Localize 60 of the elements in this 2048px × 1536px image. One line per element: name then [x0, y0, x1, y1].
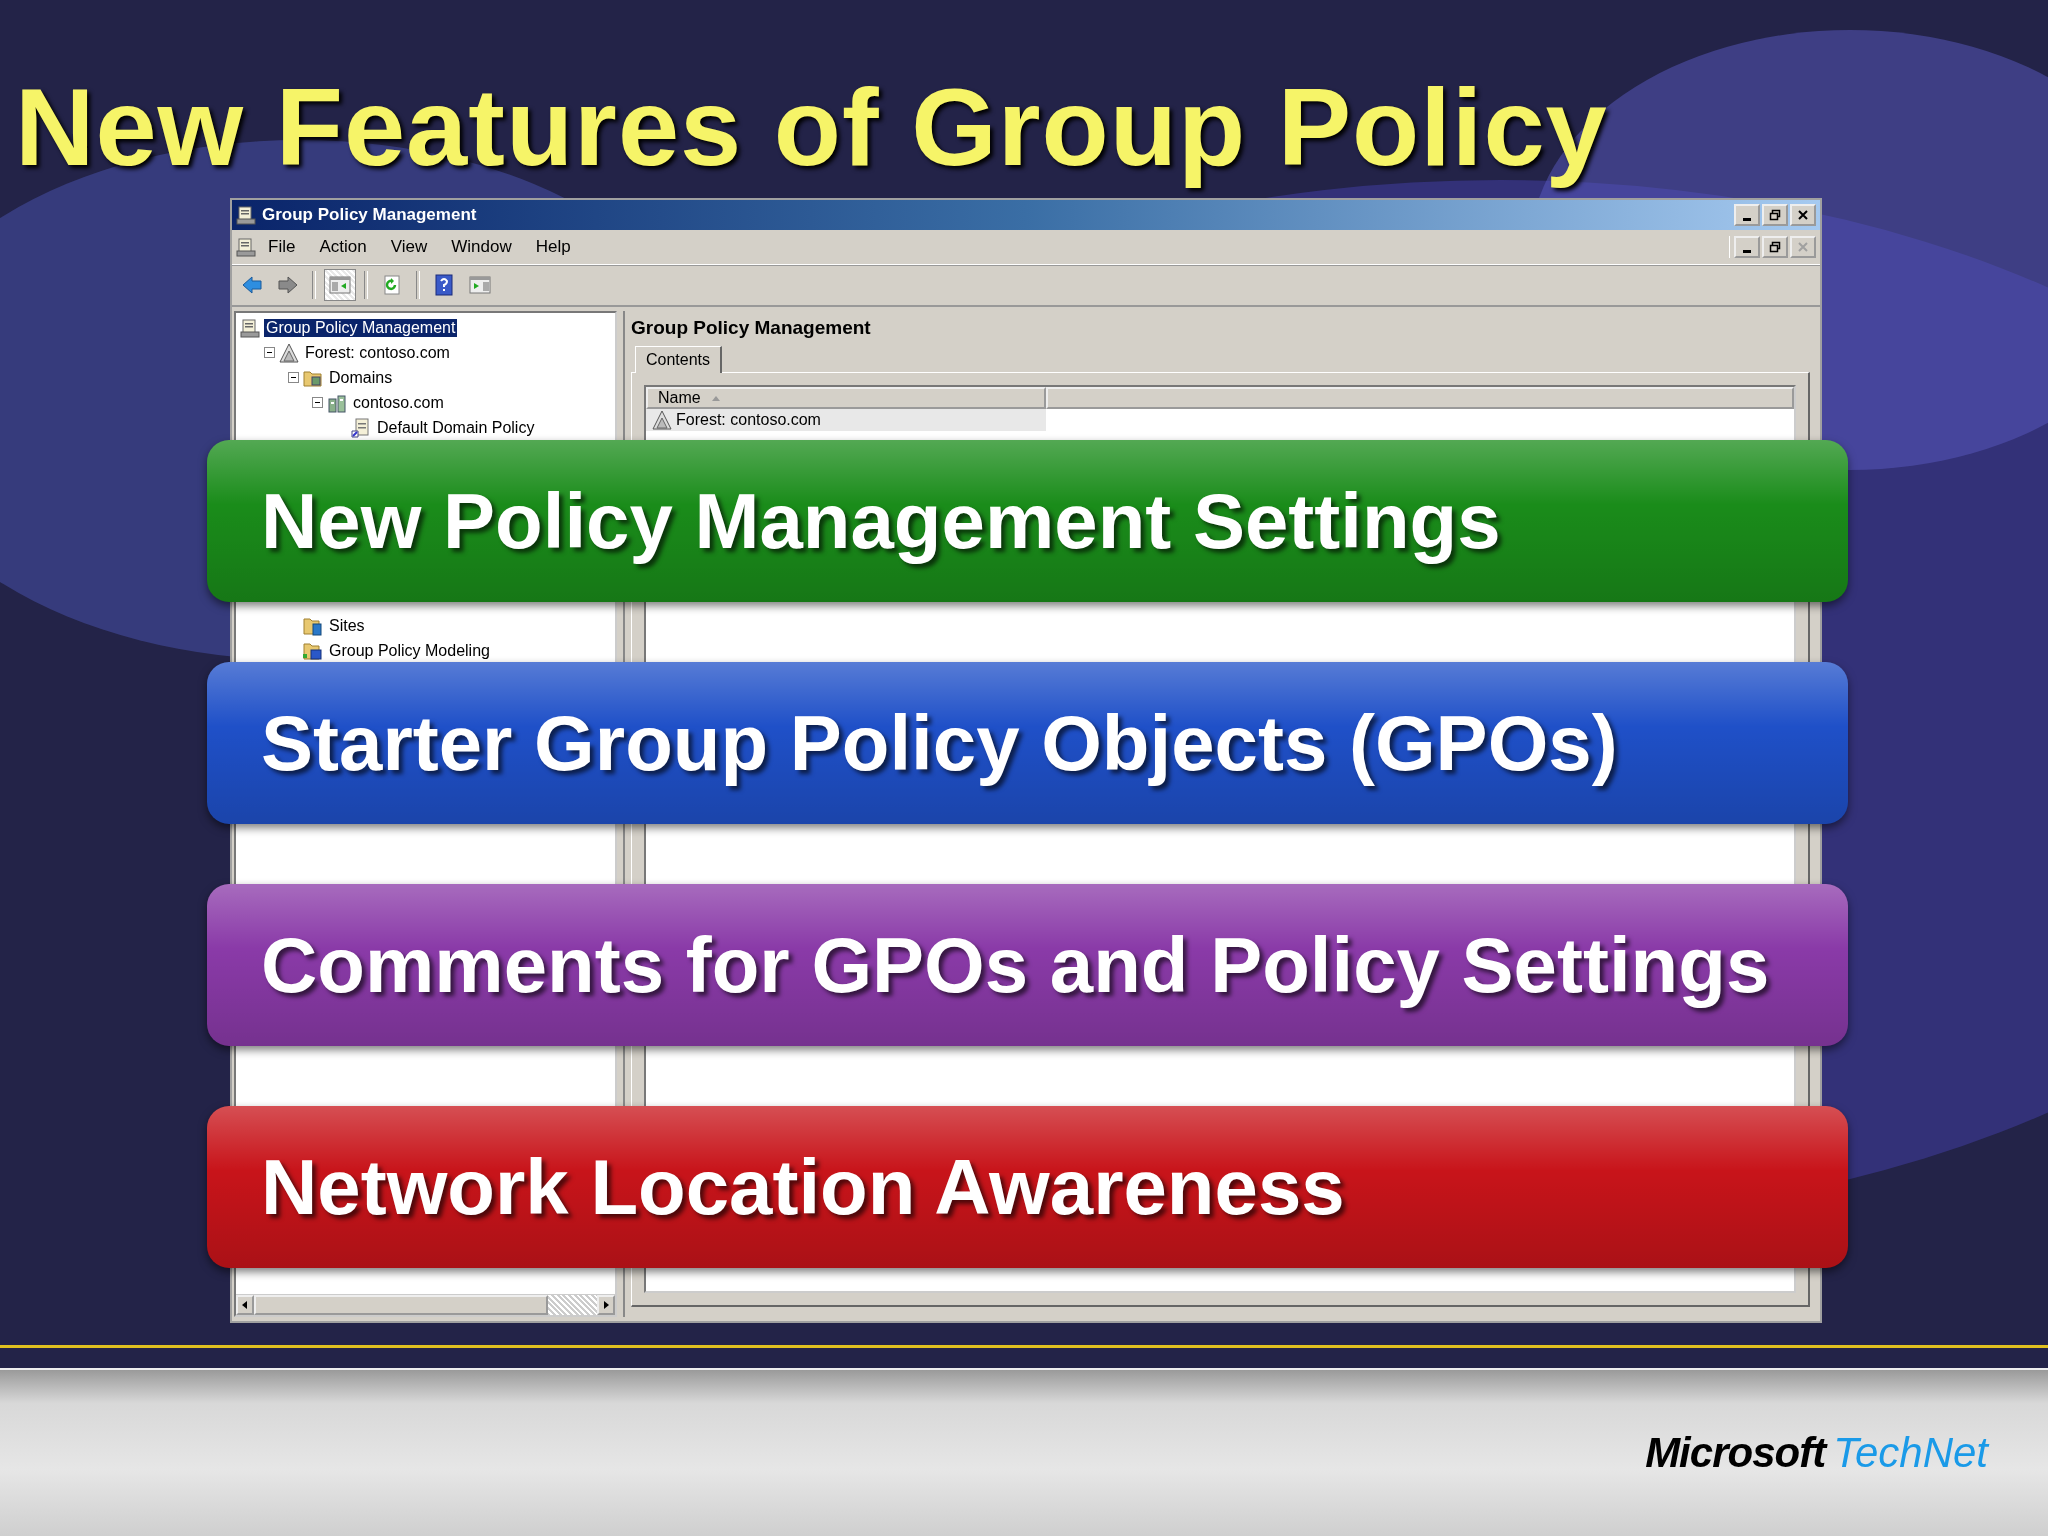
pane-icon	[329, 274, 351, 296]
scroll-icon	[351, 417, 371, 438]
tree-item[interactable]: Group Policy Modeling	[327, 641, 492, 660]
restore-button[interactable]	[1762, 236, 1788, 258]
scroll-right-button[interactable]	[597, 1295, 615, 1315]
banner-text: New Policy Management Settings	[261, 475, 1501, 567]
minimize-icon	[1743, 217, 1751, 221]
collapse-icon[interactable]	[288, 372, 299, 383]
left-arrow-icon	[241, 1300, 249, 1310]
restore-icon	[1769, 209, 1781, 221]
minimize-button[interactable]	[1734, 204, 1760, 226]
horizontal-scrollbar[interactable]	[236, 1294, 615, 1315]
banner-text: Comments for GPOs and Policy Settings	[261, 919, 1770, 1011]
triangle-icon	[279, 342, 299, 363]
tree-item[interactable]: Sites	[327, 616, 367, 635]
slide-title: New Features of Group Policy	[14, 64, 1609, 190]
tree-item[interactable]: Forest: contoso.com	[303, 343, 452, 362]
console-icon	[236, 237, 256, 257]
minimize-button[interactable]	[1734, 236, 1760, 258]
pane-button[interactable]	[324, 269, 356, 301]
triangle-icon	[652, 410, 672, 430]
collapse-icon[interactable]	[264, 347, 275, 358]
column-header[interactable]: Name	[646, 387, 1046, 409]
folder-icon	[303, 615, 323, 636]
console-icon	[240, 317, 260, 338]
refresh-icon	[381, 274, 403, 296]
scroll-thumb[interactable]	[254, 1295, 548, 1315]
collapse-icon[interactable]	[312, 397, 323, 408]
banner-text: Network Location Awareness	[261, 1141, 1345, 1233]
close-button[interactable]	[1790, 204, 1816, 226]
tree-item[interactable]: Domains	[327, 368, 395, 387]
minimize-icon	[1743, 249, 1751, 253]
sort-arrow-icon	[710, 394, 721, 402]
close-icon	[1797, 209, 1809, 221]
menu-item[interactable]: Action	[307, 235, 379, 259]
close-icon	[1797, 241, 1809, 253]
pane-icon	[469, 274, 491, 296]
menu-item[interactable]: File	[256, 235, 308, 259]
tab[interactable]: Contents	[635, 346, 723, 373]
console-icon	[236, 205, 256, 225]
restore-button[interactable]	[1762, 204, 1788, 226]
right-arrow-icon	[602, 1300, 610, 1310]
menu-item[interactable]: Help	[523, 235, 583, 259]
banner-text: Starter Group Policy Objects (GPOs)	[261, 697, 1618, 789]
folder-icon	[303, 640, 323, 661]
forward-arrow-icon	[277, 274, 299, 296]
window-title: Group Policy Management	[262, 205, 477, 225]
scroll-left-button[interactable]	[236, 1295, 254, 1315]
help-icon	[433, 274, 455, 296]
menu-item[interactable]: View	[378, 235, 440, 259]
restore-icon	[1769, 241, 1781, 253]
building-icon	[327, 392, 347, 413]
back-arrow-icon	[241, 274, 263, 296]
menu-item[interactable]: Window	[439, 235, 524, 259]
tree-item[interactable]: Group Policy Management	[264, 318, 458, 337]
pane-heading: Group Policy Management	[631, 316, 872, 340]
tree-item[interactable]: contoso.com	[351, 393, 446, 412]
logo: Microsoft TechNet	[1645, 1429, 1988, 1477]
tree-item[interactable]: Default Domain Policy	[375, 418, 537, 437]
list-item[interactable]: Forest: contoso.com	[646, 409, 1046, 431]
